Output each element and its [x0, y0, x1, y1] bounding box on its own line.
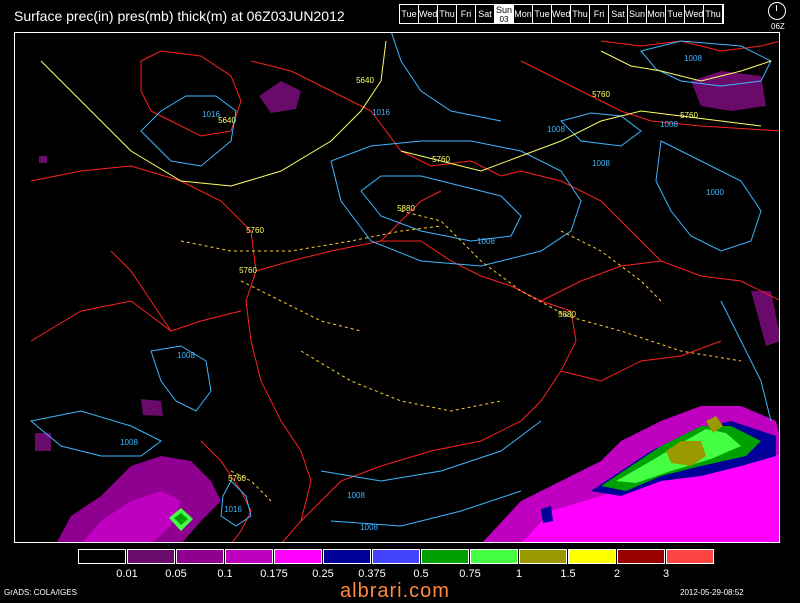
legend-label: 2 — [613, 568, 621, 580]
precip-field — [35, 71, 779, 542]
thickness-label: 5640 — [356, 76, 374, 85]
thickness-label: 5880 — [558, 310, 576, 319]
isobar-label: 1008 — [177, 351, 195, 360]
day-button[interactable]: Sun — [628, 5, 647, 23]
legend-swatch — [372, 549, 420, 564]
legend-label: 3 — [662, 568, 670, 580]
thickness-label: 5760 — [592, 90, 610, 99]
day-label: Sun — [495, 5, 512, 15]
legend-swatch — [666, 549, 714, 564]
day-selector[interactable]: Tue Wed Thu Fri Sat Sun 03 Mon Tue Wed Thu Fri Sat Su… — [399, 4, 724, 24]
legend-swatch — [225, 549, 273, 564]
legend-swatch — [274, 549, 322, 564]
legend-label: 0.375 — [358, 568, 386, 580]
isobar-label: 1008 — [660, 120, 678, 129]
thickness-label: 5760 — [228, 474, 246, 483]
thickness-contours — [40, 40, 772, 187]
footer-credit: GrADS: COLA/IGES — [4, 588, 77, 597]
day-label: Thu — [705, 9, 721, 19]
day-label: Wed — [685, 9, 704, 19]
legend-swatch — [519, 549, 567, 564]
day-label: Tue — [534, 9, 550, 19]
day-label: Thu — [439, 9, 455, 19]
day-label: Sat — [478, 9, 492, 19]
thickness-label: 5880 — [397, 204, 415, 213]
day-button[interactable]: Tue — [400, 5, 419, 23]
legend-swatch — [568, 549, 616, 564]
thickness-label: 5760 — [239, 266, 257, 275]
day-button[interactable]: Thu — [571, 5, 590, 23]
thickness-label: 5760 — [246, 226, 264, 235]
legend-label: 0.25 — [312, 568, 334, 580]
legend-label: 1.5 — [560, 568, 576, 580]
isobar-label: 1016 — [372, 108, 390, 117]
legend-swatch — [421, 549, 469, 564]
day-button[interactable]: Sat — [476, 5, 495, 23]
map-title: Surface prec(in) pres(mb) thick(m) at 06… — [14, 8, 345, 24]
day-button[interactable]: Tue — [666, 5, 685, 23]
legend-swatch — [470, 549, 518, 564]
thickness-label: 5760 — [680, 111, 698, 120]
day-button[interactable]: Wed — [419, 5, 438, 23]
day-label: Wed — [419, 9, 438, 19]
day-label: Wed — [552, 9, 571, 19]
thickness-label: 5760 — [432, 155, 450, 164]
legend-label: 1 — [515, 568, 523, 580]
map-canvas: 1016 1016 1008 1008 1008 1008 1008 1000 1008 1008… — [29, 33, 779, 542]
day-button[interactable]: Fri — [457, 5, 476, 23]
day-button[interactable]: Wed — [685, 5, 704, 23]
legend-label: 0.05 — [165, 568, 187, 580]
day-label: Mon — [647, 9, 665, 19]
day-button[interactable]: Sat — [609, 5, 628, 23]
clock-icon[interactable] — [768, 2, 786, 20]
isobar-label: 1000 — [706, 188, 724, 197]
day-label: Sat — [611, 9, 625, 19]
day-label: Tue — [401, 9, 417, 19]
clock-label: 06Z — [771, 22, 785, 31]
thickness-label: 5640 — [218, 116, 236, 125]
day-date: 03 — [499, 15, 509, 24]
legend-label: 0.5 — [413, 568, 429, 580]
footer-timestamp: 2012-05-29-08:52 — [680, 588, 744, 597]
isobar-label: 1008 — [592, 159, 610, 168]
day-button[interactable]: Tue — [533, 5, 552, 23]
day-label: Sun — [628, 9, 645, 19]
isobar-label: 1008 — [360, 523, 378, 532]
precip-legend — [78, 549, 715, 564]
legend-swatch — [323, 549, 371, 564]
legend-label: 0.1 — [217, 568, 233, 580]
isobar-label: 1008 — [547, 125, 565, 134]
day-button[interactable]: Thu — [704, 5, 723, 23]
legend-label: 0.175 — [260, 568, 288, 580]
isobar-label: 1008 — [120, 438, 138, 447]
day-label: Thu — [572, 9, 588, 19]
isobar-label: 1008 — [477, 237, 495, 246]
day-label: Tue — [667, 9, 683, 19]
precip-legend-labels: 0.01 0.05 0.1 0.175 0.25 0.375 0.5 0.75 1 1.5 2 3 — [78, 568, 778, 580]
legend-swatch — [617, 549, 665, 564]
weather-map: 1016 1016 1008 1008 1008 1008 1008 1000 1008 1008… — [14, 32, 780, 543]
legend-label: 0.75 — [459, 568, 481, 580]
legend-swatch — [127, 549, 175, 564]
day-button[interactable]: Thu — [438, 5, 457, 23]
day-label: Fri — [460, 9, 472, 19]
isobar-label: 1008 — [684, 54, 702, 63]
isobar-label: 1008 — [347, 491, 365, 500]
day-label: Fri — [593, 9, 605, 19]
legend-label: 0.01 — [116, 568, 138, 580]
thickness-labels: 5640 5640 5760 5760 5760 5760 5760 5880 5880 5760 — [218, 76, 698, 483]
legend-swatch — [78, 549, 126, 564]
day-button[interactable]: Wed — [552, 5, 571, 23]
legend-swatch — [176, 549, 224, 564]
day-button[interactable]: Mon — [514, 5, 533, 23]
isobar-label: 1016 — [224, 505, 242, 514]
day-button[interactable]: Mon — [647, 5, 666, 23]
day-button[interactable]: Sun 03 — [495, 5, 514, 24]
day-label: Mon — [514, 9, 532, 19]
day-button[interactable]: Fri — [590, 5, 609, 23]
